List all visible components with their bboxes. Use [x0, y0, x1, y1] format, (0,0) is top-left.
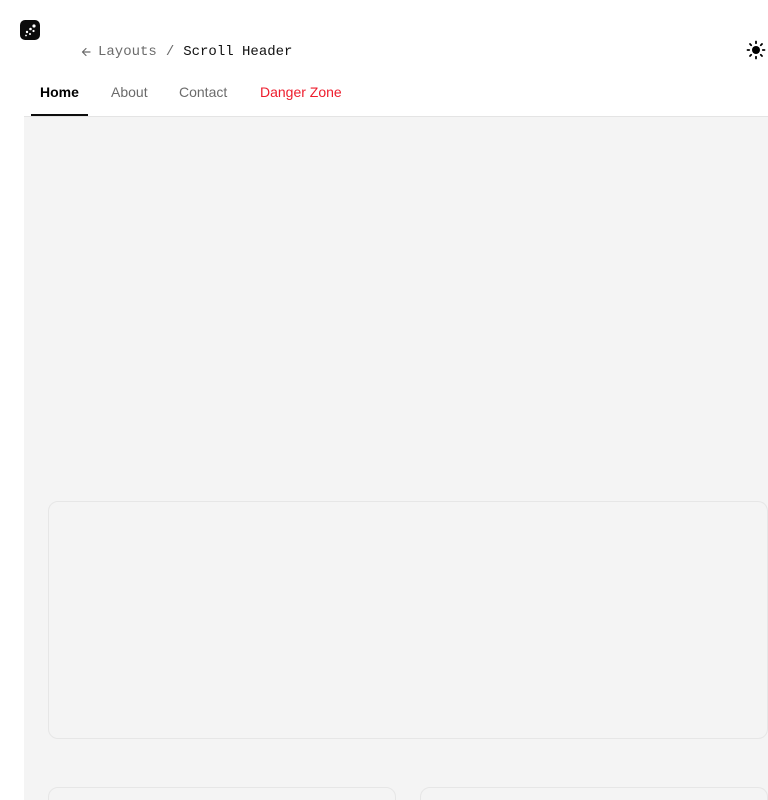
breadcrumb: Layouts / Scroll Header: [80, 42, 292, 62]
breadcrumb-separator: /: [165, 44, 175, 60]
tab-contact[interactable]: Contact: [179, 76, 227, 116]
tab-about[interactable]: About: [111, 76, 148, 116]
breadcrumb-current: Scroll Header: [183, 44, 293, 60]
arrow-left-icon[interactable]: [80, 46, 92, 58]
active-tab-indicator: [31, 114, 88, 116]
tab-danger-zone[interactable]: Danger Zone: [260, 76, 342, 116]
content-card-right: [420, 787, 768, 800]
page: Layouts / Scroll Header Home About Conta…: [0, 0, 768, 800]
theme-toggle-button[interactable]: [745, 40, 767, 65]
content-card: [48, 501, 768, 739]
content-card-left: [48, 787, 396, 800]
tab-bar: Home About Contact Danger Zone: [24, 76, 768, 117]
tab-home[interactable]: Home: [40, 76, 79, 116]
breadcrumb-parent-link[interactable]: Layouts: [98, 44, 157, 60]
sun-icon: [746, 40, 766, 65]
main-content: [24, 117, 768, 800]
app-logo-icon[interactable]: [20, 20, 40, 40]
